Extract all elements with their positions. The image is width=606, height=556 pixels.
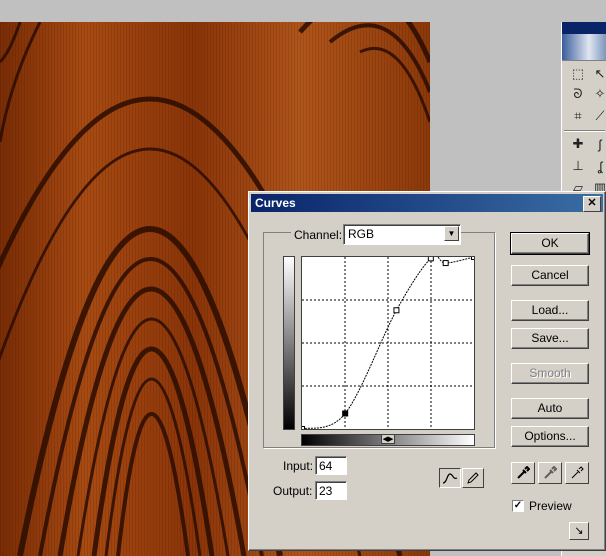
eyedropper-black-icon (517, 466, 530, 479)
close-icon: ✕ (587, 197, 597, 209)
preview-checkbox[interactable]: ✓ (512, 500, 524, 512)
eyedropper-white-icon (571, 466, 584, 479)
output-label: Output: (273, 484, 313, 498)
canvas-top-strip (0, 0, 430, 22)
preview-label[interactable]: Preview (529, 499, 572, 513)
curve-control-point[interactable] (471, 254, 477, 260)
pencil-mode-button[interactable] (462, 468, 484, 488)
tool-palette-titlebar[interactable] (562, 22, 606, 34)
healing-brush-tool-icon[interactable]: ✚ (568, 134, 588, 154)
auto-button[interactable]: Auto (511, 398, 589, 419)
ok-button[interactable]: OK (510, 232, 590, 255)
curve-icon (442, 473, 458, 484)
load-button[interactable]: Load... (511, 300, 589, 321)
curve-control-point[interactable] (393, 307, 400, 314)
output-gradient-bar (283, 256, 295, 430)
history-brush-tool-icon[interactable]: ʆ (590, 156, 606, 176)
brush-tool-icon[interactable]: ʃ (590, 134, 606, 154)
save-button[interactable]: Save... (511, 328, 589, 349)
pencil-icon (467, 472, 479, 484)
crop-tool-icon[interactable]: ⌗ (568, 106, 588, 126)
dropdown-arrow-icon[interactable]: ▼ (444, 226, 459, 241)
clone-stamp-tool-icon[interactable]: ⊥ (568, 156, 588, 176)
close-button[interactable]: ✕ (583, 196, 601, 212)
curve-control-point[interactable] (442, 260, 449, 267)
white-eyedropper-button[interactable] (565, 462, 589, 484)
gradient-toggle-icon[interactable]: ◀▶ (381, 434, 395, 444)
graph-grid (302, 257, 474, 429)
gray-eyedropper-button[interactable] (538, 462, 562, 484)
channel-value: RGB (348, 227, 375, 241)
move-tool-icon[interactable]: ↖ (590, 64, 606, 84)
eyedropper-gray-icon (544, 466, 557, 479)
magic-wand-tool-icon[interactable]: ✧ (590, 84, 606, 104)
smooth-button[interactable]: Smooth (511, 363, 589, 384)
curve-control-point[interactable] (427, 255, 434, 262)
curve-mode-button[interactable] (439, 468, 461, 488)
expand-dialog-icon: ↘ (574, 525, 584, 537)
expand-dialog-button[interactable]: ↘ (569, 522, 589, 540)
channel-select[interactable]: RGB ▼ (343, 224, 461, 245)
output-field[interactable]: 23 (315, 481, 347, 500)
curve-graph[interactable] (299, 254, 477, 432)
black-eyedropper-button[interactable] (511, 462, 535, 484)
lasso-tool-icon[interactable]: ᘐ (568, 84, 588, 104)
slice-tool-icon[interactable]: ⟋ (590, 106, 606, 126)
dialog-titlebar[interactable]: Curves ✕ (251, 194, 603, 212)
dialog-title: Curves (255, 196, 296, 210)
curves-dialog: Curves ✕ Channel: RGB ▼ ◀▶ Input: 64 Out… (248, 191, 606, 551)
channel-label: Channel: (291, 228, 346, 242)
curve-control-point[interactable] (342, 410, 349, 417)
marquee-tool-icon[interactable]: ⬚ (568, 64, 588, 84)
options-button[interactable]: Options... (511, 426, 589, 447)
tool-separator (564, 130, 605, 132)
curve-svg[interactable] (299, 254, 477, 432)
input-field[interactable]: 64 (315, 456, 347, 475)
curve-control-point[interactable] (299, 426, 305, 432)
input-label: Input: (283, 459, 314, 473)
cancel-button[interactable]: Cancel (511, 265, 589, 286)
tool-palette-logo[interactable] (562, 34, 606, 61)
